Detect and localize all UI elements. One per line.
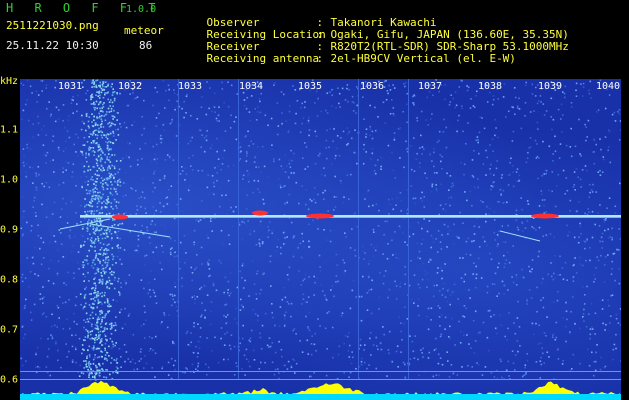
time-marker-line xyxy=(238,79,239,379)
y-tick-label: 0.7 xyxy=(0,324,19,336)
timestamp: 25.11.22 10:30 xyxy=(6,39,99,52)
x-tick-label: 1039 xyxy=(537,81,563,92)
y-tick-label: 0.9 xyxy=(0,224,19,236)
reference-line xyxy=(20,371,621,372)
meteor-echo xyxy=(531,213,559,219)
x-tick-label: 1038 xyxy=(477,81,503,92)
y-tick-label: 0.8 xyxy=(0,274,19,286)
info-value: 2el-HB9CV Vertical (el. E-W) xyxy=(330,52,516,65)
meteor-count: 86 xyxy=(139,39,153,52)
info-row-antenna: Receiving antenna: 2el-HB9CV Vertical (el… xyxy=(180,41,516,77)
vertical-noise-band xyxy=(78,79,124,381)
file-name: 2511221030.png xyxy=(6,19,99,32)
time-marker-line xyxy=(358,79,359,379)
meteor-echo xyxy=(252,210,268,216)
y-axis-unit: kHz xyxy=(0,76,19,87)
app-version: 1.0.0 xyxy=(126,4,157,15)
spectrogram-canvas xyxy=(20,79,621,400)
x-tick-label: 1033 xyxy=(177,81,203,92)
x-tick-label: 1035 xyxy=(297,81,323,92)
y-tick-label: 1.0 xyxy=(0,174,19,186)
spectrogram-plot xyxy=(20,79,621,400)
meteor-echo xyxy=(306,213,334,219)
x-tick-label: 1037 xyxy=(417,81,443,92)
time-marker-line xyxy=(408,79,409,379)
time-marker-line xyxy=(178,79,179,379)
echo-streak xyxy=(89,223,171,238)
x-tick-label: 1036 xyxy=(359,81,385,92)
x-tick-label: 1032 xyxy=(117,81,143,92)
info-key: Receiving antenna xyxy=(206,52,320,65)
x-tick-label: 1034 xyxy=(238,81,264,92)
info-sep: : xyxy=(316,52,324,65)
meteor-label: meteor xyxy=(124,24,164,37)
echo-streak xyxy=(59,218,111,230)
reference-line xyxy=(20,379,621,380)
echo-streak xyxy=(499,230,541,242)
hrofft-window: H R O F F T 1.0.0 2511221030.png 25.11.2… xyxy=(0,0,629,400)
y-tick-label: 1.1 xyxy=(0,124,19,136)
y-tick-label: 0.6 xyxy=(0,374,19,386)
x-tick-label: 1031 xyxy=(57,81,83,92)
baseline-strip xyxy=(20,394,621,400)
meteor-echo xyxy=(112,214,128,220)
x-tick-label: 1040 xyxy=(595,81,621,92)
